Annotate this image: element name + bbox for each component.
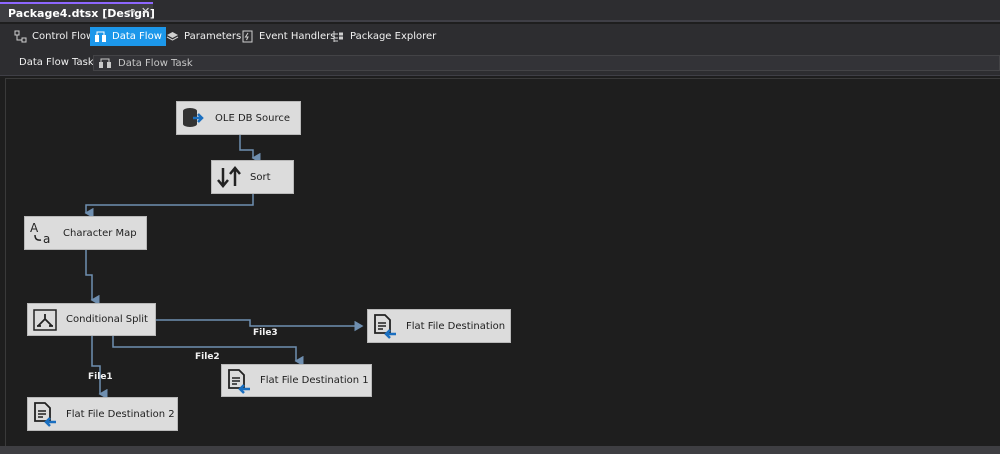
path-label-file1: File1 bbox=[88, 372, 113, 382]
tab-event-handlers[interactable]: Event Handlers bbox=[237, 27, 339, 46]
sort-component[interactable]: Sort bbox=[211, 160, 294, 194]
svg-text:a: a bbox=[43, 232, 50, 246]
path-label-file2: File2 bbox=[195, 352, 220, 362]
character-map-icon: Aa bbox=[29, 220, 55, 246]
flat-file-destination-component[interactable]: Flat File Destination bbox=[367, 309, 511, 343]
document-tab-strip: Package4.dtsx [Design] ⊸ ✕ bbox=[0, 0, 1000, 22]
svg-text:A: A bbox=[30, 221, 39, 235]
data-flow-canvas[interactable] bbox=[5, 78, 1000, 446]
tab-label: Event Handlers bbox=[259, 31, 336, 42]
component-label: Sort bbox=[250, 171, 271, 183]
task-selector-label: Data Flow Task: bbox=[19, 57, 98, 68]
parameters-icon bbox=[166, 30, 179, 43]
flat-file-destination-1-component[interactable]: Flat File Destination 1 bbox=[221, 364, 372, 397]
task-selector-bar: Data Flow Task: Data Flow Task bbox=[0, 48, 1000, 76]
character-map-component[interactable]: Aa Character Map bbox=[24, 216, 147, 250]
horizontal-scrollbar[interactable] bbox=[0, 446, 1000, 454]
data-flow-icon bbox=[94, 30, 107, 43]
component-label: Flat File Destination 1 bbox=[260, 375, 369, 386]
path-label-file3: File3 bbox=[253, 328, 278, 338]
flat-file-destination-icon bbox=[372, 313, 398, 339]
event-handlers-icon bbox=[241, 30, 254, 43]
document-tab[interactable]: Package4.dtsx [Design] ⊸ ✕ bbox=[0, 2, 155, 22]
component-label: Flat File Destination bbox=[406, 320, 506, 332]
sort-icon bbox=[216, 164, 242, 190]
close-icon[interactable]: ✕ bbox=[141, 5, 150, 18]
flat-file-destination-icon bbox=[226, 368, 252, 394]
database-source-icon bbox=[181, 105, 207, 131]
tab-parameters[interactable]: Parameters bbox=[162, 27, 245, 46]
tab-data-flow[interactable]: Data Flow bbox=[90, 27, 166, 46]
tab-label: Parameters bbox=[184, 31, 242, 42]
pin-icon[interactable]: ⊸ bbox=[127, 6, 135, 17]
flat-file-destination-icon bbox=[32, 401, 58, 427]
ole-db-source-component[interactable]: OLE DB Source bbox=[176, 101, 301, 135]
component-label: Flat File Destination 2 bbox=[66, 408, 175, 420]
component-label: Conditional Split bbox=[66, 314, 148, 325]
component-label: OLE DB Source bbox=[215, 112, 291, 124]
control-flow-icon bbox=[14, 30, 27, 43]
data-flow-task-icon bbox=[98, 57, 112, 69]
designer-tab-bar: Control Flow Data Flow Parameters Event … bbox=[0, 24, 1000, 48]
package-explorer-icon bbox=[332, 30, 345, 43]
data-flow-task-dropdown[interactable]: Data Flow Task bbox=[93, 55, 1000, 71]
tab-package-explorer[interactable]: Package Explorer bbox=[328, 27, 440, 46]
component-label: Character Map bbox=[63, 227, 137, 239]
tab-label: Package Explorer bbox=[350, 31, 437, 42]
tab-label: Control Flow bbox=[32, 31, 95, 42]
tab-control-flow[interactable]: Control Flow bbox=[10, 27, 98, 46]
ssis-designer-window: Package4.dtsx [Design] ⊸ ✕ Control Flow … bbox=[0, 0, 1000, 454]
conditional-split-icon bbox=[32, 307, 58, 333]
conditional-split-component[interactable]: Conditional Split bbox=[27, 303, 156, 336]
task-selector-value: Data Flow Task bbox=[118, 57, 193, 69]
flat-file-destination-2-component[interactable]: Flat File Destination 2 bbox=[27, 397, 178, 431]
tab-label: Data Flow bbox=[112, 31, 162, 42]
